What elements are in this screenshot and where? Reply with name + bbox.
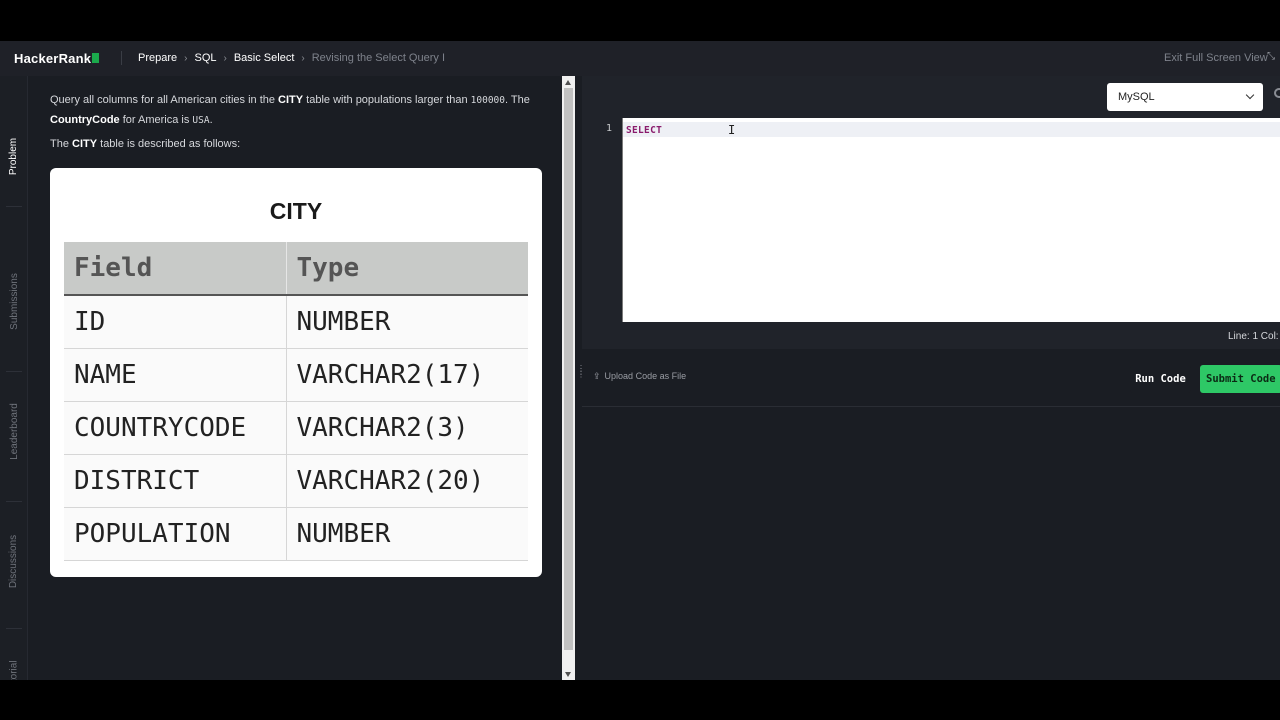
tab-problem[interactable]: Problem — [0, 116, 28, 196]
language-value: MySQL — [1118, 91, 1155, 103]
line-number: 1 — [606, 123, 613, 134]
chevron-right-icon: › — [184, 52, 188, 64]
language-select[interactable]: MySQL — [1107, 83, 1263, 111]
run-code-button[interactable]: Run Code — [1130, 365, 1191, 393]
inline-code: 100000 — [470, 95, 505, 106]
table-name: CITY — [278, 94, 304, 106]
text-cursor-icon: I — [728, 123, 736, 137]
tab-label: Leaderboard — [8, 402, 20, 460]
divider — [6, 206, 22, 207]
column-header: Type — [286, 242, 528, 296]
tab-label: Editorial — [8, 659, 20, 680]
type-cell: VARCHAR2(20) — [286, 454, 528, 508]
field-cell: COUNTRYCODE — [64, 401, 287, 455]
city-schema-table: Field Type ID NUMBER NAME VARCHAR2(17) COU… — [64, 242, 528, 561]
field-cell: DISTRICT — [64, 454, 287, 508]
text: The — [50, 138, 73, 150]
city-table-image: CITY Field Type ID NUMBER NAME VARCHAR2(17… — [50, 168, 542, 577]
editor-container: MySQL 1 SELECT I Line: 1 Col: 8 — [582, 76, 1280, 349]
divider — [6, 501, 22, 502]
text: . The — [505, 94, 530, 106]
editor-pane: MySQL 1 SELECT I Line: 1 Col: 8 ⇪Upload … — [582, 76, 1280, 680]
exit-fullscreen-link[interactable]: Exit Full Screen View — [1164, 52, 1268, 64]
chevron-down-icon — [1245, 90, 1255, 100]
table-name: CITY — [72, 138, 98, 150]
column-name: CountryCode — [50, 114, 120, 126]
tab-editorial[interactable]: Editorial — [0, 638, 28, 680]
active-line-highlight — [623, 122, 1280, 137]
scroll-thumb[interactable] — [564, 88, 573, 650]
type-cell: VARCHAR2(17) — [286, 348, 528, 402]
problem-scrollbar[interactable] — [562, 76, 575, 680]
side-tabs: Problem Submissions Leaderboard Discussi… — [0, 76, 28, 680]
divider — [6, 628, 22, 629]
table-row: NAME VARCHAR2(17) — [64, 348, 528, 402]
table-row: POPULATION NUMBER — [64, 507, 528, 561]
tab-label: Discussions — [8, 534, 20, 588]
field-cell: ID — [64, 295, 287, 349]
scroll-down-icon[interactable] — [565, 672, 571, 677]
city-table-title: CITY — [269, 198, 323, 224]
text: Query all columns for all American citie… — [50, 94, 279, 106]
field-cell: NAME — [64, 348, 287, 402]
collapse-icon[interactable]: ⤡ — [1267, 51, 1279, 63]
field-cell: POPULATION — [64, 507, 287, 561]
upload-label: Upload Code as File — [604, 371, 687, 381]
hackerrank-app: HackerRank Prepare › SQL › Basic Select … — [0, 41, 1280, 680]
upload-code-link[interactable]: ⇪ Upload Code as File — [593, 371, 686, 382]
divider — [6, 371, 22, 372]
breadcrumb-sql[interactable]: SQL — [194, 52, 216, 64]
logo-mark-icon — [92, 53, 100, 63]
tab-submissions[interactable]: Submissions — [0, 246, 28, 356]
breadcrumb: Prepare › SQL › Basic Select › Revising … — [138, 52, 445, 64]
logo[interactable]: HackerRank — [14, 51, 100, 66]
type-cell: VARCHAR2(3) — [286, 401, 528, 455]
logo-text: HackerRank — [14, 51, 92, 66]
code-editor[interactable]: SELECT I — [622, 118, 1280, 322]
divider — [121, 51, 122, 65]
text: table is described as follows: — [97, 138, 241, 150]
scroll-up-icon[interactable] — [565, 80, 571, 85]
letterbox-bottom — [0, 680, 1280, 720]
problem-line-2: CountryCode for America is USA. — [50, 114, 213, 126]
drag-handle-icon[interactable]: ⋮ ⋮ ⋮ — [577, 365, 585, 391]
breadcrumb-prepare[interactable]: Prepare — [138, 52, 177, 64]
tab-label: Submissions — [8, 272, 20, 330]
problem-line-3: The CITY table is described as follows: — [50, 138, 240, 150]
chevron-right-icon: › — [223, 52, 227, 64]
breadcrumb-current: Revising the Select Query I — [311, 52, 446, 64]
column-header: Field — [64, 242, 287, 296]
table-row: ID NUMBER — [64, 295, 528, 349]
table-header-row: Field Type — [64, 242, 528, 296]
cursor-position: Line: 1 Col: 8 — [1228, 331, 1280, 342]
problem-statement: Query all columns for all American citie… — [29, 76, 562, 680]
tab-label: Problem — [8, 137, 20, 175]
text: for America is — [119, 114, 193, 126]
gear-icon[interactable] — [1274, 88, 1280, 98]
top-bar: HackerRank Prepare › SQL › Basic Select … — [0, 41, 1280, 76]
tab-discussions[interactable]: Discussions — [0, 506, 28, 616]
upload-icon: ⇪ — [593, 371, 601, 381]
table-row: COUNTRYCODE VARCHAR2(3) — [64, 401, 528, 455]
type-cell: NUMBER — [286, 295, 528, 349]
letterbox-top — [0, 0, 1280, 41]
table-row: DISTRICT VARCHAR2(20) — [64, 454, 528, 508]
chevron-right-icon: › — [301, 52, 305, 64]
problem-line-1: Query all columns for all American citie… — [50, 94, 530, 106]
submit-code-button[interactable]: Submit Code — [1200, 365, 1280, 393]
action-bar: ⇪ Upload Code as File Run Code Submit Cod… — [582, 362, 1280, 407]
breadcrumb-basic-select[interactable]: Basic Select — [234, 52, 295, 64]
tab-leaderboard[interactable]: Leaderboard — [0, 376, 28, 486]
text: . — [209, 114, 213, 126]
code-line-text[interactable]: SELECT — [626, 125, 662, 136]
text: table with populations larger than — [303, 94, 471, 106]
type-cell: NUMBER — [286, 507, 528, 561]
inline-code: USA — [192, 115, 210, 126]
